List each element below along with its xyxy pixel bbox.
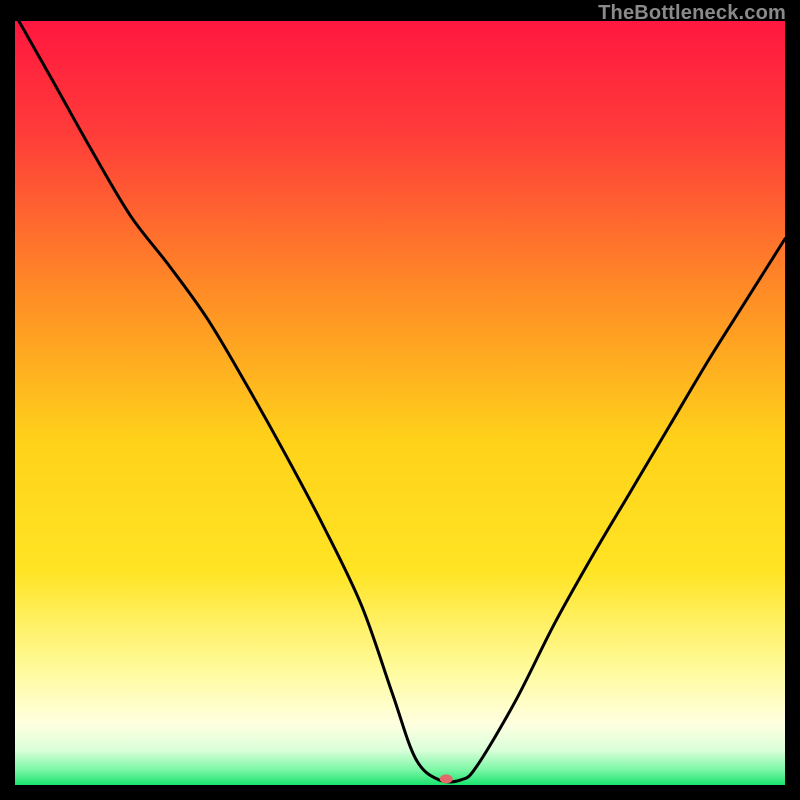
optimum-marker [440, 774, 453, 783]
plot-area [15, 21, 785, 785]
bottleneck-chart [15, 21, 785, 785]
gradient-background [15, 21, 785, 785]
chart-frame: TheBottleneck.com [0, 0, 800, 800]
